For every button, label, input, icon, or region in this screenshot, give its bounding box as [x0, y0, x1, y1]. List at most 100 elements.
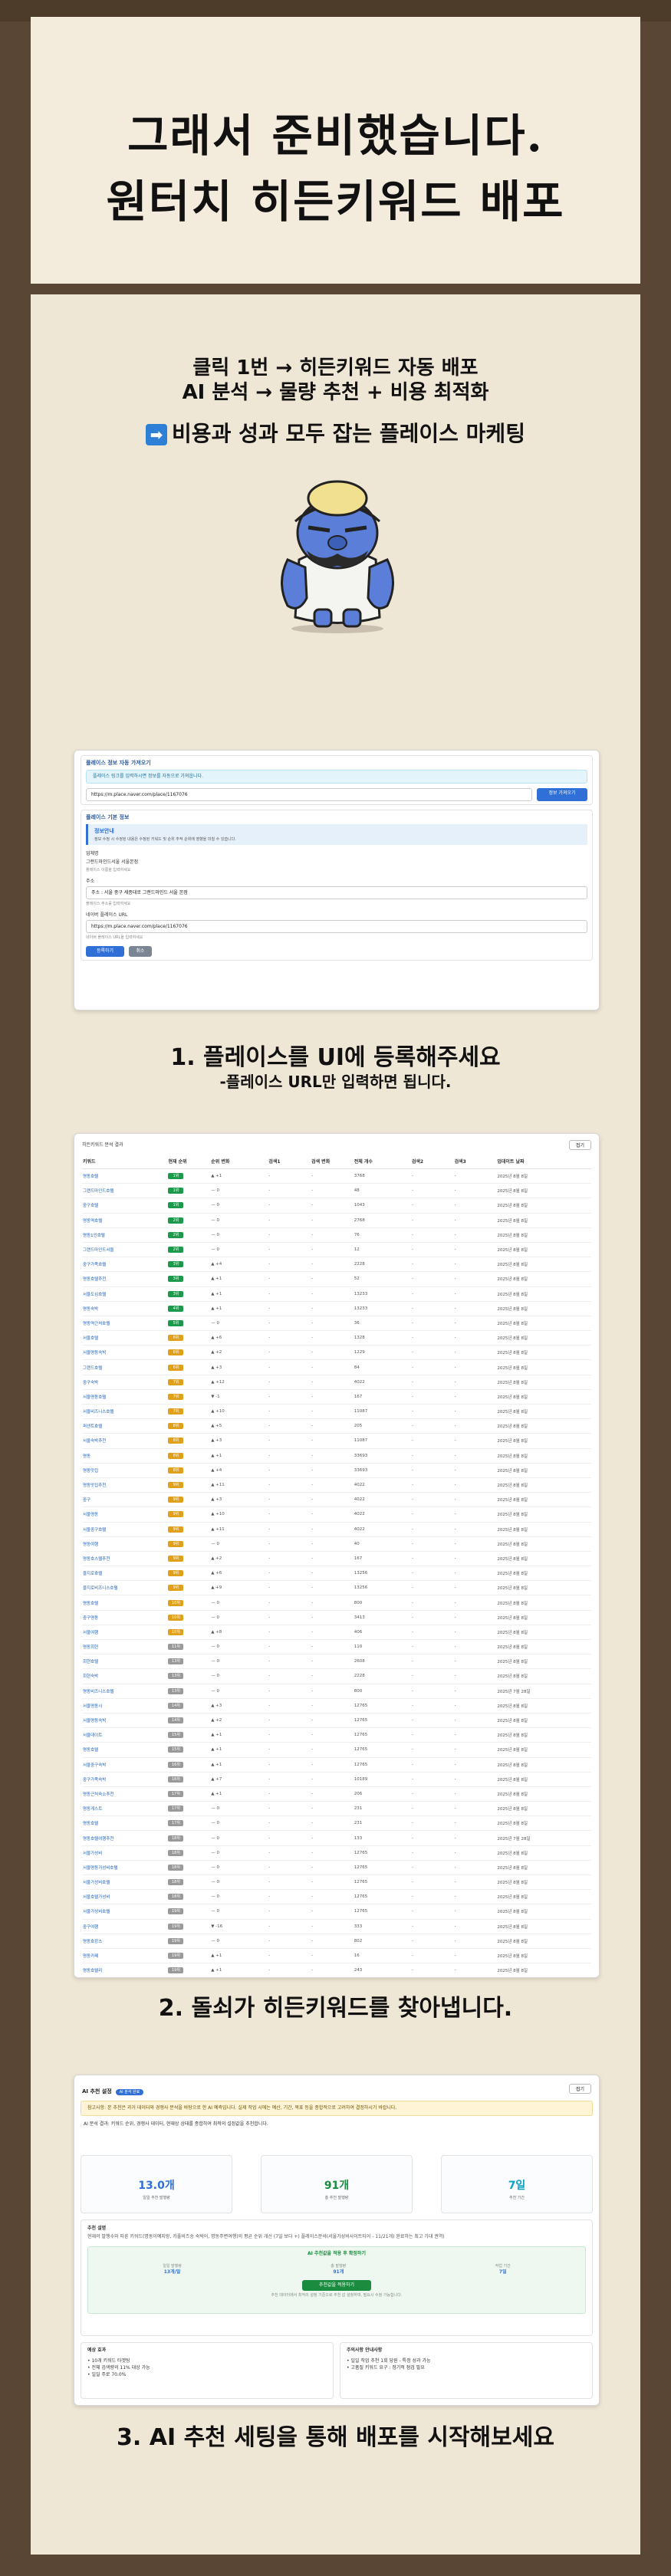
table-row[interactable]: 명동게스트 17위 — 0- -231- -2025년 8월 8일 — [82, 1801, 591, 1817]
table-row[interactable]: 명동맛집 8위 ▲ +4- -33693- -2025년 8월 8일 — [82, 1463, 591, 1478]
table-row[interactable]: 명동호스텔추천 9위 ▲ +2- -167- -2025년 8월 8일 — [82, 1551, 591, 1567]
table-row[interactable]: 중구가족숙박 16위 ▲ +7- -10189- -2025년 8월 8일 — [82, 1772, 591, 1787]
table-row[interactable]: 명동호텔추천 3위 ▲ +1- -52- -2025년 8월 8일 — [82, 1271, 591, 1287]
table-row[interactable]: 명동역호텔 2위 — 0- -2768- -2025년 8월 8일 — [82, 1213, 591, 1228]
keyword-cell[interactable]: 서울숙박추천 — [82, 1433, 168, 1449]
keyword-cell[interactable]: 명동호텔 — [82, 1168, 168, 1184]
table-row[interactable]: 서울가성비 18위 — 0- -12765- -2025년 8월 8일 — [82, 1845, 591, 1861]
address-field[interactable]: 주소 : 서울 중구 세종대로 그랜드마인드 서울 본점 — [86, 886, 587, 899]
keyword-cell[interactable]: 명동맛집 — [82, 1463, 168, 1478]
table-row[interactable]: 그랜드호텔 6위 ▲ +3- -84- -2025년 8월 8일 — [82, 1359, 591, 1375]
table-row[interactable]: 명동맛집추천 9위 ▲ +11- -4022- -2025년 8월 8일 — [82, 1477, 591, 1493]
table-row[interactable]: 명동여행 9위 — 0- -40- -2025년 8월 8일 — [82, 1536, 591, 1552]
keyword-cell[interactable]: 서울호텔 — [82, 1330, 168, 1346]
keyword-cell[interactable]: 회현호텔 — [82, 1654, 168, 1670]
place-url-field[interactable]: https://m.place.naver.com/place/1167076 — [86, 920, 587, 933]
table-row[interactable]: 서울명동호텔 7위 ▼ -1- -167- -2025년 8월 8일 — [82, 1389, 591, 1405]
table-row[interactable]: 을지로비즈니스호텔 9위 ▲ +9- -13256- -2025년 8월 8일 — [82, 1580, 591, 1596]
keyword-cell[interactable]: 서울명동시 — [82, 1698, 168, 1714]
table-row[interactable]: 명동역근처호텔 5위 — 0- -36- -2025년 8월 8일 — [82, 1316, 591, 1332]
apply-recommend-button[interactable]: 추천값을 적용하기 — [302, 2280, 371, 2291]
table-row[interactable]: 명동호캉스 19위 — 0- -802- -2025년 8월 8일 — [82, 1934, 591, 1949]
table-row[interactable]: 서울여행 10위 ▲ +8- -406- -2025년 8월 8일 — [82, 1625, 591, 1641]
keyword-cell[interactable]: 을지로비즈니스호텔 — [82, 1580, 168, 1596]
table-row[interactable]: 중구 9위 ▲ +3- -4022- -2025년 8월 8일 — [82, 1492, 591, 1508]
keyword-cell[interactable]: 명동호스텔추천 — [82, 1551, 168, 1567]
keyword-cell[interactable]: 명동역호텔 — [82, 1213, 168, 1228]
table-row[interactable]: 그랜드마인드서울 2위 — 0- -12- -2025년 8월 8일 — [82, 1242, 591, 1258]
keyword-cell[interactable]: 중구호텔 — [82, 1198, 168, 1214]
keyword-cell[interactable]: 명동1인호텔 — [82, 1227, 168, 1243]
keyword-cell[interactable]: 명동호텔추천 — [82, 1271, 168, 1287]
keyword-cell[interactable]: 명동카페 — [82, 1948, 168, 1964]
keyword-cell[interactable]: 서울비즈니스호텔 — [82, 1404, 168, 1420]
keyword-cell[interactable]: 명동비즈니스호텔 — [82, 1684, 168, 1699]
keyword-cell[interactable]: 명동 — [82, 1448, 168, 1464]
table-row[interactable]: 서울데이트 15위 ▲ +1- -12765- -2025년 8월 8일 — [82, 1727, 591, 1743]
table-row[interactable]: 명동호텔 15위 ▲ +1- -12765- -2025년 8월 8일 — [82, 1742, 591, 1758]
keyword-cell[interactable]: 서울데이트 — [82, 1727, 168, 1743]
table-row[interactable]: 명동호텔 10위 — 0- -800- -2025년 8월 8일 — [82, 1595, 591, 1611]
table-row[interactable]: 서울중구숙박 16위 ▲ +1- -12765- -2025년 8월 8일 — [82, 1757, 591, 1773]
keyword-cell[interactable]: 중구가족호텔 — [82, 1257, 168, 1273]
table-row[interactable]: 서울중구호텔 9위 ▲ +11- -4022- -2025년 8월 8일 — [82, 1522, 591, 1537]
table-row[interactable]: 회현호텔 13위 — 0- -2608- -2025년 8월 8일 — [82, 1654, 591, 1670]
cancel-button[interactable]: 취소 — [129, 946, 152, 957]
keyword-cell[interactable]: 명동게스트 — [82, 1801, 168, 1817]
table-row[interactable]: 서울가성비호텔 19위 — 0- -12765- -2025년 8월 8일 — [82, 1904, 591, 1920]
table-row[interactable]: 서울명동시 14위 ▲ +3- -12765- -2025년 8월 8일 — [82, 1698, 591, 1714]
keyword-cell[interactable]: 서울명동가성비호텔 — [82, 1860, 168, 1876]
keyword-cell[interactable]: 그랜드호텔 — [82, 1359, 168, 1375]
table-row[interactable]: 중구명동 10위 — 0- -3413- -2025년 8월 8일 — [82, 1610, 591, 1625]
keyword-cell[interactable]: 명동호텔 — [82, 1595, 168, 1611]
table-row[interactable]: 서울도심호텔 3위 ▲ +1- -13233- -2025년 8월 8일 — [82, 1286, 591, 1302]
keyword-cell[interactable]: 명동호텔 — [82, 1742, 168, 1758]
table-row[interactable]: 명동근처숙소추천 17위 ▲ +1- -206- -2025년 8월 8일 — [82, 1786, 591, 1802]
table-row[interactable]: 명동1인호텔 2위 — 0- -76- -2025년 8월 8일 — [82, 1227, 591, 1243]
ai-collapse-button[interactable]: 접기 — [568, 2084, 591, 2094]
table-row[interactable]: 중구가족호텔 3위 ▲ +4- -2228- -2025년 8월 8일 — [82, 1257, 591, 1273]
keyword-cell[interactable]: 그랜드마인드서울 — [82, 1242, 168, 1258]
keyword-cell[interactable]: 명동근처숙소추천 — [82, 1786, 168, 1802]
keyword-cell[interactable]: 중구 — [82, 1492, 168, 1508]
table-row[interactable]: 서울숙박추천 8위 ▲ +3- -11087- -2025년 8월 8일 — [82, 1433, 591, 1449]
keyword-cell[interactable]: 서울중구숙박 — [82, 1757, 168, 1773]
keyword-cell[interactable]: 서울도심호텔 — [82, 1286, 168, 1302]
keyword-cell[interactable]: 퍼센트호텔 — [82, 1418, 168, 1434]
table-row[interactable]: 명동숙박 4위 ▲ +1- -13233- -2025년 8월 8일 — [82, 1301, 591, 1316]
name-field[interactable]: 그랜드마인드서울 서울본점 — [86, 859, 587, 866]
keyword-cell[interactable]: 을지로호텔 — [82, 1566, 168, 1582]
table-row[interactable]: 서울가성비호텔 18위 — 0- -12765- -2025년 8월 8일 — [82, 1875, 591, 1891]
table-row[interactable]: 명동 8위 ▲ +1- -33693- -2025년 8월 8일 — [82, 1448, 591, 1464]
keyword-cell[interactable]: 서울명동숙박 — [82, 1345, 168, 1361]
keyword-cell[interactable]: 서울가성비호텔 — [82, 1904, 168, 1920]
keyword-cell[interactable]: 중구가족숙박 — [82, 1772, 168, 1787]
keyword-cell[interactable]: 명동여행 — [82, 1536, 168, 1552]
table-row[interactable]: 명동회현 11위 — 0- -110- -2025년 8월 8일 — [82, 1639, 591, 1655]
table-row[interactable]: 을지로호텔 9위 ▲ +6- -13256- -2025년 8월 8일 — [82, 1566, 591, 1582]
keyword-cell[interactable]: 그랜드마인드호텔 — [82, 1183, 168, 1199]
table-row[interactable]: 중구호텔 1위 — 0- -1043- -2025년 8월 8일 — [82, 1198, 591, 1214]
table-row[interactable]: 명동호텔 1위 ▲ +1- -3768- -2025년 8월 8일 — [82, 1168, 591, 1184]
keyword-cell[interactable]: 명동호텔여행추천 — [82, 1830, 168, 1846]
table-row[interactable]: 그랜드마인드호텔 1위 — 0- -48- -2025년 8월 8일 — [82, 1183, 591, 1199]
table-row[interactable]: 서울명동가성비호텔 18위 — 0- -12765- -2025년 8월 8일 — [82, 1860, 591, 1876]
table-row[interactable]: 서울호텔가성비 18위 — 0- -12765- -2025년 8월 8일 — [82, 1889, 591, 1905]
place-url-input[interactable]: https://m.place.naver.com/place/1167076 — [86, 788, 532, 801]
table-row[interactable]: 서울호텔 6위 ▲ +6- -1328- -2025년 8월 8일 — [82, 1330, 591, 1346]
keyword-cell[interactable]: 회현숙박 — [82, 1668, 168, 1684]
keyword-cell[interactable]: 서울호텔가성비 — [82, 1889, 168, 1905]
table-row[interactable]: 명동호텔 17위 — 0- -231- -2025년 8월 8일 — [82, 1815, 591, 1832]
table-row[interactable]: 중구여행 19위 ▼ -16- -333- -2025년 8월 8일 — [82, 1919, 591, 1934]
keyword-cell[interactable]: 명동역근처호텔 — [82, 1316, 168, 1332]
table-row[interactable]: 명동비즈니스호텔 13위 — 0- -800- -2025년 7월 28일 — [82, 1684, 591, 1699]
keyword-cell[interactable]: 서울명동숙박 — [82, 1713, 168, 1729]
table-row[interactable]: 퍼센트호텔 8위 ▲ +5- -205- -2025년 8월 8일 — [82, 1418, 591, 1434]
register-button[interactable]: 등록하기 — [86, 946, 124, 957]
keyword-cell[interactable]: 명동회현 — [82, 1639, 168, 1655]
table-row[interactable]: 명동카페 19위 ▲ +1- -16- -2025년 8월 8일 — [82, 1948, 591, 1964]
table-row[interactable]: 서울명동숙박 6위 ▲ +2- -1229- -2025년 8월 8일 — [82, 1345, 591, 1361]
keyword-cell[interactable]: 서울가성비호텔 — [82, 1875, 168, 1891]
table-row[interactable]: 명동호텔리 19위 ▲ +1- -243- -2025년 8월 8일 — [82, 1963, 591, 1977]
table-row[interactable]: 서울명동숙박 14위 ▲ +2- -12765- -2025년 8월 8일 — [82, 1713, 591, 1729]
